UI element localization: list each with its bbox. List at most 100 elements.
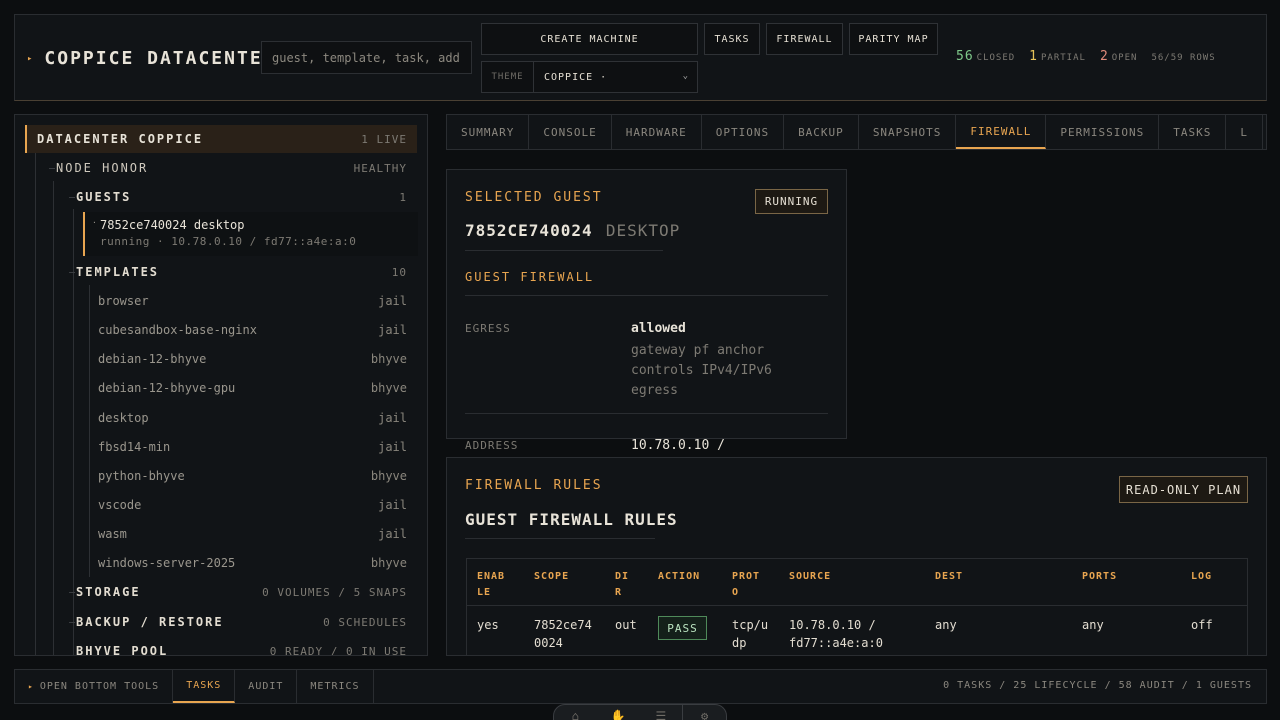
template-type: bhyve [370,381,407,395]
tree-guest-selected[interactable]: · 7852ce740024 desktop running · 10.78.0… [83,212,418,256]
stat-rows: 56/59 ROWS [1151,53,1216,63]
status-badge: RUNNING [755,189,828,214]
template-item[interactable]: cubesandbox-base-nginx jail [98,321,407,339]
firewall-button[interactable]: FIREWALL [766,23,843,55]
template-item[interactable]: vscode jail [98,496,407,514]
template-type: bhyve [370,556,407,570]
divider [465,538,655,539]
bottom-tab-tasks[interactable]: TASKS [173,670,236,703]
tree-guests[interactable]: GUESTS 1 [76,188,407,206]
template-name: windows-server-2025 [98,556,236,570]
tree-datacenter-label: DATACENTER COPPICE [37,132,204,146]
template-name: debian-12-bhyve-gpu [98,381,236,395]
tree-pool-label: BHYVE POOL [76,644,169,656]
address-row: ADDRESS 10.78.0.10 / [465,439,845,455]
divider [465,295,828,296]
tree-dash [49,168,55,169]
stat-closed: 56 CLOSED [956,49,1015,64]
stat-partial-label: PARTIAL [1041,53,1086,63]
rules-table: ENAB LE SCOPE DI R ACTION PROT O SOURCE … [466,558,1248,655]
gear-icon[interactable]: ⚙ [682,705,726,720]
tab-overflow[interactable]: L [1226,115,1264,149]
bottom-tab-metrics[interactable]: METRICS [297,670,374,703]
tree-line [89,285,90,577]
divider [465,250,663,251]
tab-backup[interactable]: BACKUP [784,115,859,149]
col-source: SOURCE [789,571,832,582]
template-name: cubesandbox-base-nginx [98,323,257,337]
caret-right-icon[interactable]: ▸ [27,54,32,64]
tree-guests-label: GUESTS [76,190,132,204]
open-bottom-tools-button[interactable]: ▸ OPEN BOTTOM TOOLS [15,670,174,703]
cell-source: 10.78.0.10 / fd77::a4e:a:0 [789,618,883,650]
col-scope: SCOPE [534,571,570,582]
tab-hardware[interactable]: HARDWARE [612,115,702,149]
template-item[interactable]: debian-12-bhyve-gpu bhyve [98,379,407,397]
template-item[interactable]: wasm jail [98,525,407,543]
tab-tasks[interactable]: TASKS [1159,115,1227,149]
hand-icon[interactable]: ✋ [597,705,640,720]
template-item[interactable]: windows-server-2025 bhyve [98,554,407,572]
template-name: fbsd14-min [98,440,171,454]
cell-dir: out [615,618,637,632]
tab-firewall[interactable]: FIREWALL [956,115,1047,149]
tree-backup-label: BACKUP / RESTORE [76,615,224,629]
resource-tree: DATACENTER COPPICE 1 LIVE NODE HONOR HEA… [14,114,428,656]
template-item[interactable]: debian-12-bhyve bhyve [98,350,407,368]
tree-storage-status: 0 VOLUMES / 5 SNAPS [262,585,407,599]
col-action: ACTION [658,571,701,582]
col-ports: PORTS [1082,571,1118,582]
detail-tabs: SUMMARY CONSOLE HARDWARE OPTIONS BACKUP … [446,114,1267,150]
cell-ports: any [1082,618,1104,632]
tree-line [73,209,74,655]
stat-closed-count: 56 [956,49,974,64]
template-item[interactable]: desktop jail [98,409,407,427]
tab-summary[interactable]: SUMMARY [447,115,530,149]
create-machine-button[interactable]: CREATE MACHINE [481,23,698,55]
theme-value[interactable]: COPPICE · ⌄ [534,62,697,92]
template-item[interactable]: browser jail [98,292,407,310]
dot-icon: · [92,218,97,227]
tab-permissions[interactable]: PERMISSIONS [1046,115,1160,149]
tree-node[interactable]: NODE HONOR HEALTHY [56,159,407,177]
tree-storage[interactable]: STORAGE 0 VOLUMES / 5 SNAPS [76,583,407,601]
cell-log: off [1191,618,1213,632]
tab-snapshots[interactable]: SNAPSHOTS [859,115,957,149]
col-enable: ENAB LE [477,571,506,598]
stat-open-count: 2 [1099,49,1109,64]
chevron-down-icon: ⌄ [682,71,689,81]
tasks-button[interactable]: TASKS [704,23,760,55]
lock-icon[interactable]: ⌂ [554,705,597,720]
tab-console[interactable]: CONSOLE [529,115,612,149]
template-item[interactable]: python-bhyve bhyve [98,467,407,485]
tree-line [35,153,36,655]
template-type: jail [378,323,407,337]
parity-map-button[interactable]: PARITY MAP [849,23,938,55]
col-proto: PROT O [732,571,761,598]
stat-partial-count: 1 [1029,49,1038,64]
tree-backup[interactable]: BACKUP / RESTORE 0 SCHEDULES [76,613,407,631]
status-summary: 56 CLOSED 1 PARTIAL 2 OPEN 56/59 ROWS [956,49,1230,64]
tab-options[interactable]: OPTIONS [702,115,785,149]
template-name: debian-12-bhyve [98,352,207,366]
bottom-tab-audit[interactable]: AUDIT [235,670,298,703]
template-type: bhyve [370,469,407,483]
theme-select[interactable]: THEME COPPICE · ⌄ [481,61,698,93]
cell-dest: any [935,618,957,632]
col-log: LOG [1191,571,1213,582]
template-name: vscode [98,498,142,512]
tree-templates-count: 10 [391,265,407,279]
divider [465,413,828,414]
guest-kind: DESKTOP [605,221,681,240]
tree-datacenter[interactable]: DATACENTER COPPICE 1 LIVE [25,125,417,153]
template-item[interactable]: fbsd14-min jail [98,438,407,456]
tree-templates[interactable]: TEMPLATES 10 [76,263,407,281]
search-input[interactable] [261,41,472,74]
cell-enable: yes [477,618,499,632]
table-header [467,559,1247,606]
guest-title: 7852CE740024 DESKTOP [465,221,680,240]
tree-pool[interactable]: BHYVE POOL 0 READY / 0 IN USE [76,642,407,656]
menu-icon[interactable]: ☰ [640,705,683,720]
template-type: bhyve [370,352,407,366]
egress-value: allowed [631,321,686,336]
